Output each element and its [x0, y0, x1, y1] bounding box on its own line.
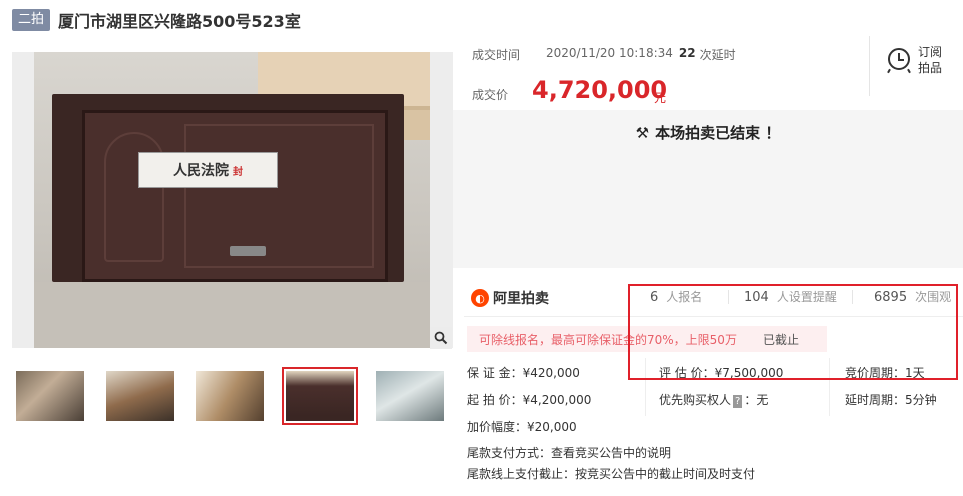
extend-value: 5分钟: [905, 393, 937, 407]
thumbnail[interactable]: [192, 367, 268, 425]
alibaba-auction-logo[interactable]: ◐ 阿里拍卖: [471, 288, 549, 308]
thumbnail-image: [106, 371, 174, 421]
logo-icon: ◐: [471, 289, 489, 307]
deal-price-label: 成交价: [472, 88, 509, 102]
thumbnail[interactable]: [12, 367, 88, 425]
subscribe-button[interactable]: 订阅拍品: [869, 36, 963, 96]
deal-time-label: 成交时间: [472, 48, 521, 62]
balance-payment-label: 尾款支付方式：: [467, 446, 552, 460]
increment-label: 加价幅度：: [467, 420, 528, 434]
auction-ended-text: 本场拍卖已结束 ！: [655, 124, 781, 142]
priority-label: 优先购买权人: [659, 393, 732, 407]
increment-row: 加价幅度：¥20,000: [467, 418, 577, 435]
balance-payment-row: 尾款支付方式：查看竞买公告中的说明: [467, 444, 671, 461]
auction-round-badge: 二拍: [12, 9, 51, 31]
extend-label: 延时周期：: [845, 393, 906, 407]
gavel-icon: ⚒: [635, 124, 650, 142]
delay-count: 22: [678, 46, 696, 60]
court-seal-sub: 封: [233, 166, 243, 178]
delay-text: 次延时: [699, 48, 736, 62]
thumbnail[interactable]: [372, 367, 448, 425]
deposit-value: ¥420,000: [522, 366, 580, 380]
alarm-clock-leg: [907, 68, 911, 74]
extend-row: 延时周期：5分钟: [845, 391, 937, 408]
balance-payment-value: 查看竞买公告中的说明: [551, 446, 672, 460]
highlight-box: [628, 284, 958, 380]
priority-value: ：无: [744, 393, 769, 407]
alarm-clock-leg: [887, 68, 891, 74]
start-price-value: ¥4,200,000: [522, 393, 592, 407]
photo-door-panel-right: [184, 124, 374, 268]
auction-ended-message: ⚒ 本场拍卖已结束 ！: [453, 122, 963, 143]
deal-time-value: 2020/11/20 10:18:34: [546, 46, 673, 60]
auction-status-panel: ⚒ 本场拍卖已结束 ！: [453, 110, 963, 268]
thumbnail-image: [16, 371, 84, 421]
door-photo: 人民法院 封: [34, 52, 430, 348]
deal-price-unit: 元: [654, 91, 667, 105]
thumbnail-image: [286, 371, 354, 421]
page-header: 二拍 厦门市湖里区兴隆路500号523室: [12, 8, 301, 32]
search-icon[interactable]: [430, 327, 452, 349]
deposit-row: 保 证 金：¥420,000: [467, 364, 580, 381]
balance-deadline-row: 尾款线上支付截止：按竞买公告中的截止时间及时支付: [467, 465, 755, 482]
logo-text: 阿里拍卖: [493, 291, 549, 307]
alarm-clock-icon: [888, 48, 910, 70]
photo-door-handle: [230, 246, 266, 256]
deal-price-value: 4,720,000: [532, 76, 668, 104]
start-price-label: 起 拍 价：: [467, 393, 523, 407]
thumbnail-image: [376, 371, 444, 421]
court-seal: 人民法院 封: [138, 152, 278, 188]
main-image[interactable]: 人民法院 封: [12, 52, 453, 348]
thumbnail-active[interactable]: [282, 367, 358, 425]
increment-value: ¥20,000: [527, 420, 577, 434]
thumbnail[interactable]: [102, 367, 178, 425]
balance-deadline-value: 按竞买公告中的截止时间及时支付: [575, 467, 756, 481]
balance-deadline-label: 尾款线上支付截止：: [467, 467, 576, 481]
page-title: 厦门市湖里区兴隆路500号523室: [58, 12, 301, 31]
thumbnail-strip: [12, 367, 462, 425]
photo-wall: [34, 282, 430, 348]
deposit-label: 保 证 金：: [467, 366, 523, 380]
zoom-glyph: [434, 331, 448, 345]
court-seal-text: 人民法院: [173, 163, 229, 179]
thumbnail-image: [196, 371, 264, 421]
help-icon[interactable]: ?: [733, 395, 743, 408]
priority-row: 优先购买权人? ：无: [659, 391, 768, 408]
subscribe-label: 订阅拍品: [918, 45, 943, 75]
start-price-row: 起 拍 价：¥4,200,000: [467, 391, 591, 408]
deal-time-row: 成交时间 2020/11/20 10:18:34 22 次延时: [472, 46, 736, 63]
